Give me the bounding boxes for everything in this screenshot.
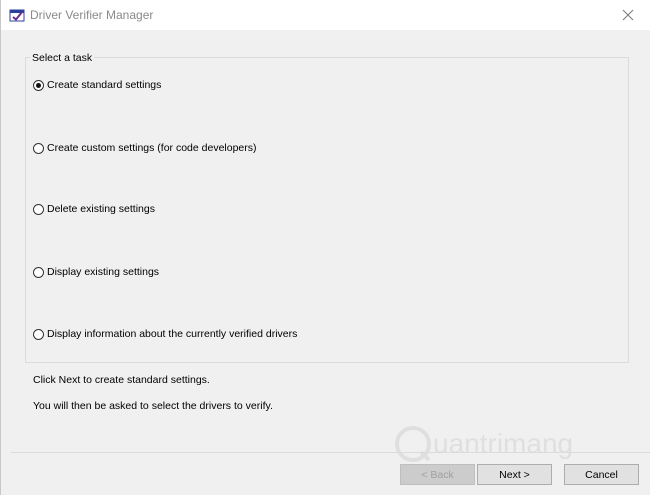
- driver-verifier-window: Driver Verifier Manager Select a task Cr…: [0, 0, 650, 495]
- footer-divider: [11, 452, 650, 453]
- radio-button[interactable]: [33, 203, 44, 215]
- option-label: Display existing settings: [47, 266, 160, 278]
- option-label: Create custom settings (for code develop…: [47, 142, 257, 154]
- title-bar: Driver Verifier Manager: [1, 0, 650, 30]
- info-text-next: Click Next to create standard settings.: [33, 374, 210, 386]
- option-create-standard-settings[interactable]: Create standard settings: [33, 78, 161, 92]
- watermark-text: uantrimang: [433, 428, 574, 459]
- radio-button[interactable]: [33, 79, 44, 91]
- radio-button[interactable]: [33, 266, 44, 278]
- option-display-verified-drivers-info[interactable]: Display information about the currently …: [33, 327, 297, 341]
- info-text-select-drivers: You will then be asked to select the dri…: [33, 400, 273, 412]
- option-label: Display information about the currently …: [47, 328, 298, 340]
- driver-verifier-icon: [9, 9, 25, 22]
- window-title: Driver Verifier Manager: [30, 8, 154, 22]
- watermark: uantrimang: [393, 424, 573, 464]
- groupbox-legend: Select a task: [30, 52, 95, 64]
- close-icon: [622, 9, 634, 21]
- cancel-button[interactable]: Cancel: [564, 464, 639, 485]
- option-delete-existing-settings[interactable]: Delete existing settings: [33, 202, 155, 216]
- option-label: Delete existing settings: [47, 203, 155, 215]
- back-button[interactable]: < Back: [400, 464, 475, 485]
- option-label: Create standard settings: [47, 79, 162, 91]
- watermark-logo-icon: [395, 426, 431, 462]
- radio-button[interactable]: [33, 328, 44, 340]
- option-create-custom-settings[interactable]: Create custom settings (for code develop…: [33, 141, 257, 155]
- close-button[interactable]: [605, 0, 650, 30]
- next-button[interactable]: Next >: [477, 464, 552, 485]
- radio-button[interactable]: [33, 142, 44, 154]
- option-display-existing-settings[interactable]: Display existing settings: [33, 265, 159, 279]
